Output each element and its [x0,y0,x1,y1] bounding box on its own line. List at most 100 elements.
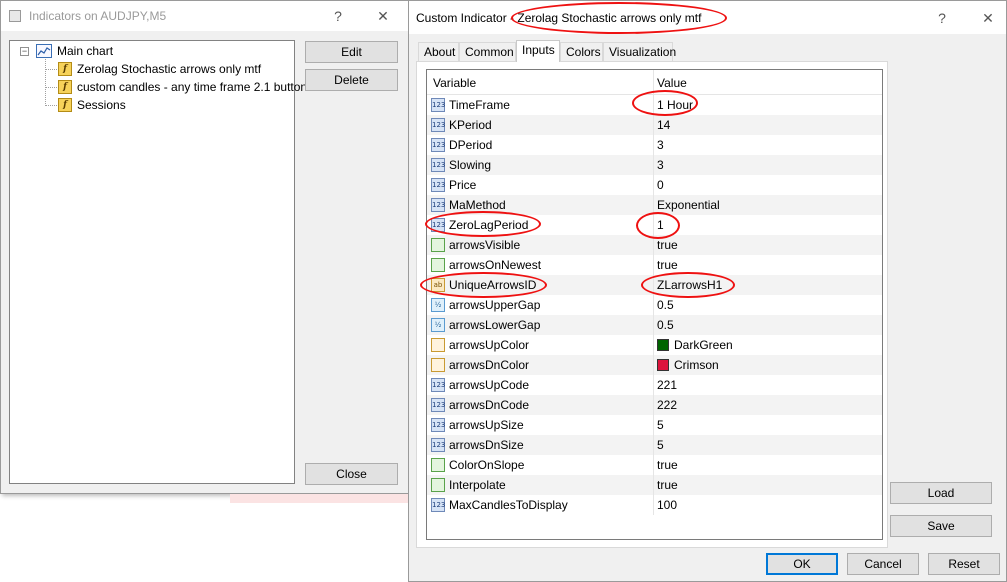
param-value[interactable]: 14 [657,115,670,135]
column-header-variable[interactable]: Variable [433,76,476,90]
param-row-interpolate[interactable]: Interpolate true [427,475,882,495]
tree-item-custom-candles[interactable]: custom candles - any time frame 2.1 butt… [77,79,307,95]
param-row-arrowsuppergap[interactable]: ½ arrowsUpperGap 0.5 [427,295,882,315]
param-value[interactable]: 1 Hour [657,95,693,115]
param-value[interactable]: Exponential [657,195,720,215]
param-value[interactable]: 5 [657,415,664,435]
param-row-price[interactable]: 123 Price 0 [427,175,882,195]
int-icon: 123 [431,378,445,392]
param-name: Slowing [449,158,492,172]
tree-root-main-chart[interactable]: Main chart [57,43,113,59]
reset-button[interactable]: Reset [928,553,1000,575]
param-row-arrowsdncode[interactable]: 123 arrowsDnCode 222 [427,395,882,415]
param-value[interactable]: 0 [657,175,664,195]
param-value[interactable]: 0.5 [657,295,674,315]
chart-icon [36,44,52,58]
custom-indicator-titlebar: Custom Indicator - Zerolag Stochastic ar… [409,1,1006,34]
tree-item-label: Zerolag Stochastic arrows only mtf [77,62,262,76]
param-row-dperiod[interactable]: 123 DPeriod 3 [427,135,882,155]
param-value[interactable]: true [657,235,678,255]
param-row-arrowsdncolor[interactable]: arrowsDnColor Crimson [427,355,882,375]
tab-common[interactable]: Common [459,42,516,61]
tab-inputs[interactable]: Inputs [516,40,560,62]
param-row-kperiod[interactable]: 123 KPeriod 14 [427,115,882,135]
param-value[interactable]: 5 [657,435,664,455]
help-icon[interactable]: ? [325,5,351,27]
param-value[interactable]: true [657,255,678,275]
close-icon[interactable]: ✕ [370,5,396,27]
param-name: TimeFrame [449,98,510,112]
tree-item-sessions[interactable]: Sessions [77,97,126,113]
tab-colors[interactable]: Colors [560,42,603,61]
param-value[interactable]: 100 [657,495,677,515]
tab-about[interactable]: About [418,42,459,61]
param-row-arrowsupcode[interactable]: 123 arrowsUpCode 221 [427,375,882,395]
inputs-grid[interactable]: Variable Value 123 TimeFrame 1 Hour 123 KPer… [426,69,883,540]
indicator-tree[interactable]: − Main chart f Zerolag Stochastic arrows… [9,40,307,484]
tree-item-label: custom candles - any time frame 2.1 butt… [77,80,308,94]
int-icon: 123 [431,158,445,172]
param-value[interactable]: 1 [657,215,664,235]
param-name: arrowsUpSize [449,418,524,432]
param-value[interactable]: DarkGreen [674,335,733,355]
param-name: DPeriod [449,138,493,152]
param-name: arrowsUpCode [449,378,530,392]
color-icon [431,338,445,352]
param-name: MaxCandlesToDisplay [449,498,568,512]
param-row-arrowsonnewest[interactable]: arrowsOnNewest true [427,255,882,275]
int-icon: 123 [431,498,445,512]
param-row-arrowsvisible[interactable]: arrowsVisible true [427,235,882,255]
param-row-mamethod[interactable]: 123 MaMethod Exponential [427,195,882,215]
param-row-coloronslope[interactable]: ColorOnSlope true [427,455,882,475]
ok-button[interactable]: OK [766,553,838,575]
param-row-maxcandlestodisplay[interactable]: 123 MaxCandlesToDisplay 100 [427,495,882,515]
param-value[interactable]: 0.5 [657,315,674,335]
param-value[interactable]: true [657,455,678,475]
custom-indicator-title: Custom Indicator - Zerolag Stochastic ar… [416,11,702,25]
param-name: Price [449,178,477,192]
param-name: arrowsOnNewest [449,258,542,272]
load-button[interactable]: Load [890,482,992,504]
color-swatch[interactable] [657,359,669,371]
param-row-uniquearrowsid[interactable]: ab UniqueArrowsID ZLarrowsH1 [427,275,882,295]
collapse-toggle[interactable]: − [20,47,29,56]
param-row-arrowsupcolor[interactable]: arrowsUpColor DarkGreen [427,335,882,355]
param-value[interactable]: ZLarrowsH1 [657,275,722,295]
param-name: MaMethod [449,198,506,212]
param-row-arrowsdnsize[interactable]: 123 arrowsDnSize 5 [427,435,882,455]
param-row-arrowsupsize[interactable]: 123 arrowsUpSize 5 [427,415,882,435]
color-icon [431,358,445,372]
param-value[interactable]: Crimson [674,355,719,375]
column-header-value[interactable]: Value [657,76,687,90]
color-swatch[interactable] [657,339,669,351]
param-value[interactable]: 221 [657,375,677,395]
close-icon[interactable]: ✕ [975,7,1001,29]
param-row-zerolagperiod[interactable]: 123 ZeroLagPeriod 1 [427,215,882,235]
help-icon[interactable]: ? [929,7,955,29]
cancel-button[interactable]: Cancel [847,553,919,575]
param-name: UniqueArrowsID [449,278,537,292]
param-value[interactable]: true [657,475,678,495]
param-value[interactable]: 3 [657,135,664,155]
param-name: arrowsDnCode [449,398,530,412]
tab-visualization[interactable]: Visualization [603,42,676,61]
bool-icon [431,258,445,272]
tree-item-zerolag-stochastic[interactable]: Zerolag Stochastic arrows only mtf [77,61,261,77]
edit-button[interactable]: Edit [305,41,398,63]
close-button[interactable]: Close [305,463,398,485]
param-value[interactable]: 222 [657,395,677,415]
tree-item-label: Sessions [77,98,126,112]
int-icon: 123 [431,138,445,152]
window-icon [9,10,21,22]
int-icon: 123 [431,118,445,132]
save-button[interactable]: Save [890,515,992,537]
int-icon: 123 [431,198,445,212]
param-row-timeframe[interactable]: 123 TimeFrame 1 Hour [427,95,882,115]
int-icon: 123 [431,98,445,112]
param-row-arrowslowergap[interactable]: ½ arrowsLowerGap 0.5 [427,315,882,335]
param-value[interactable]: 3 [657,155,664,175]
delete-button[interactable]: Delete [305,69,398,91]
int-icon: 123 [431,178,445,192]
param-row-slowing[interactable]: 123 Slowing 3 [427,155,882,175]
bool-icon [431,238,445,252]
